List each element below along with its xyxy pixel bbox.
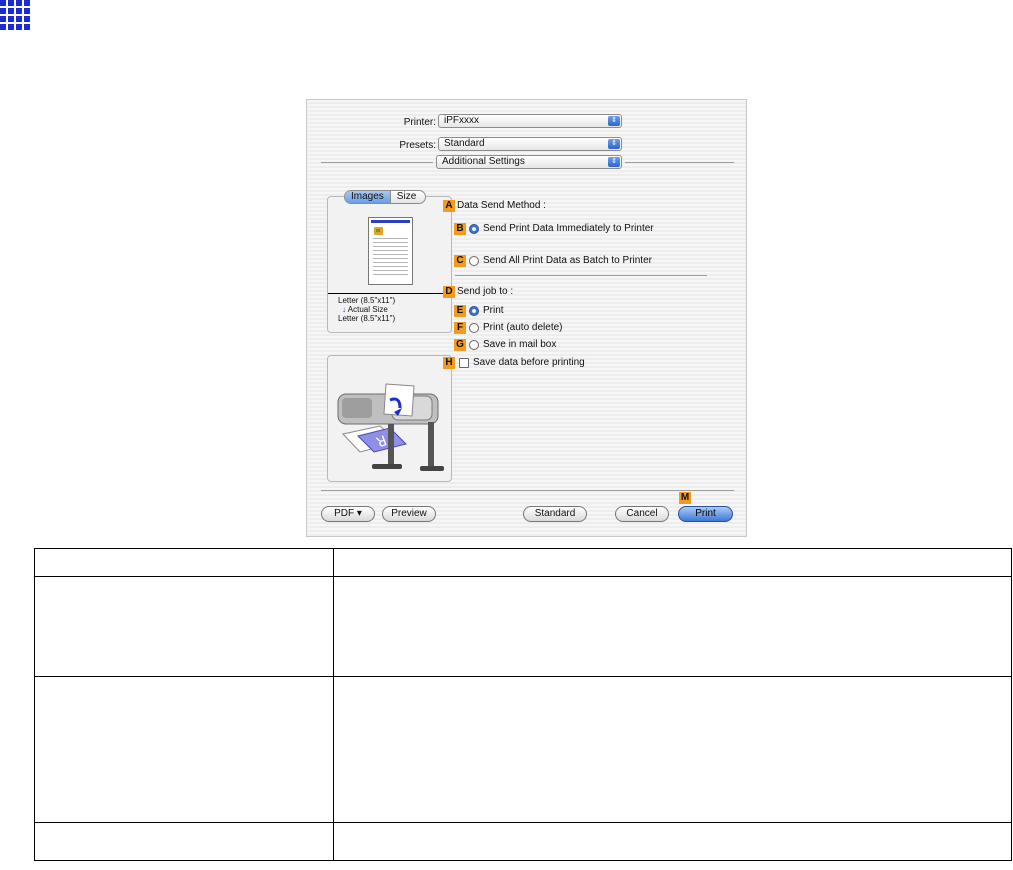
send-batch-label: Send All Print Data as Batch to Printer bbox=[483, 255, 652, 266]
save-in-mailbox-label: Save in mail box bbox=[483, 339, 557, 350]
cancel-button[interactable]: Cancel bbox=[615, 506, 669, 522]
send-job-to-label: Send job to : bbox=[457, 286, 514, 297]
printer-label: Printer: bbox=[403, 117, 436, 128]
table-row bbox=[34, 676, 1012, 823]
standard-button[interactable]: Standard bbox=[523, 506, 587, 522]
marker-d: D bbox=[443, 286, 455, 298]
preview-button[interactable]: Preview bbox=[382, 506, 436, 522]
marker-e: E bbox=[454, 305, 466, 317]
table-cell bbox=[333, 548, 1012, 577]
marker-c: C bbox=[454, 255, 466, 267]
print-auto-delete-radio[interactable] bbox=[469, 323, 479, 333]
send-batch-radio[interactable] bbox=[469, 256, 479, 266]
popup-arrows-icon: ⇕ bbox=[608, 157, 620, 167]
send-immediately-radio[interactable] bbox=[469, 224, 479, 234]
page-preview bbox=[368, 217, 413, 285]
save-before-printing-label: Save data before printing bbox=[473, 357, 585, 368]
table-cell bbox=[333, 822, 1012, 861]
presets-popup[interactable]: Standard ⇕ bbox=[438, 137, 622, 151]
panel-value: Additional Settings bbox=[442, 156, 525, 167]
table-cell bbox=[333, 576, 1012, 677]
table-cell bbox=[34, 576, 334, 677]
send-immediately-label: Send Print Data Immediately to Printer bbox=[483, 223, 654, 234]
printer-popup[interactable]: iPFxxxx ⇕ bbox=[438, 114, 622, 128]
marker-b: B bbox=[454, 223, 466, 235]
arrow-down-icon: ↓ bbox=[342, 305, 346, 314]
pdf-menu-button[interactable]: PDF ▾ bbox=[321, 506, 375, 522]
table-header-row bbox=[34, 548, 1012, 577]
separator bbox=[455, 275, 707, 276]
grid-menu-icon bbox=[0, 0, 30, 30]
popup-arrows-icon: ⇕ bbox=[608, 116, 620, 126]
presets-label: Presets: bbox=[399, 140, 436, 151]
panel-popup[interactable]: Additional Settings ⇕ bbox=[436, 155, 622, 169]
table-cell bbox=[34, 548, 334, 577]
printer-illustration-panel: R bbox=[327, 355, 452, 482]
size-output: Letter (8.5"x11") bbox=[338, 314, 396, 323]
separator bbox=[625, 162, 734, 163]
popup-arrows-icon: ⇕ bbox=[608, 139, 620, 149]
table-row bbox=[34, 822, 1012, 861]
size-source: Letter (8.5"x11") bbox=[338, 296, 396, 305]
data-send-method-label: Data Send Method : bbox=[457, 200, 546, 211]
save-in-mailbox-radio[interactable] bbox=[469, 340, 479, 350]
printer-illustration: R bbox=[337, 383, 444, 471]
marker-g: G bbox=[454, 339, 466, 351]
table-cell bbox=[333, 676, 1012, 823]
preview-divider bbox=[328, 293, 451, 294]
separator bbox=[321, 490, 734, 491]
save-before-printing-checkbox[interactable] bbox=[459, 358, 469, 368]
preview-tabs: Images Size bbox=[344, 190, 426, 204]
print-radio[interactable] bbox=[469, 306, 479, 316]
table-cell bbox=[34, 676, 334, 823]
explanation-table bbox=[34, 548, 1012, 861]
marker-a: A bbox=[443, 200, 455, 212]
presets-value: Standard bbox=[444, 138, 485, 149]
marker-h: H bbox=[443, 357, 455, 369]
tab-images[interactable]: Images bbox=[345, 191, 390, 203]
preview-panel: Letter (8.5"x11") ↓ Actual Size Letter (… bbox=[327, 196, 452, 333]
marker-f: F bbox=[454, 322, 466, 334]
table-row bbox=[34, 576, 1012, 677]
printer-value: iPFxxxx bbox=[444, 115, 479, 126]
print-radio-label: Print bbox=[483, 305, 504, 316]
print-auto-delete-label: Print (auto delete) bbox=[483, 322, 563, 333]
marker-m: M bbox=[679, 492, 691, 504]
tab-size[interactable]: Size bbox=[391, 191, 422, 203]
size-mode: ↓ Actual Size bbox=[342, 305, 388, 314]
separator bbox=[321, 162, 433, 163]
print-button[interactable]: Print bbox=[678, 506, 733, 522]
table-cell bbox=[34, 822, 334, 861]
print-dialog: Printer: iPFxxxx ⇕ Presets: Standard ⇕ A… bbox=[306, 99, 747, 537]
